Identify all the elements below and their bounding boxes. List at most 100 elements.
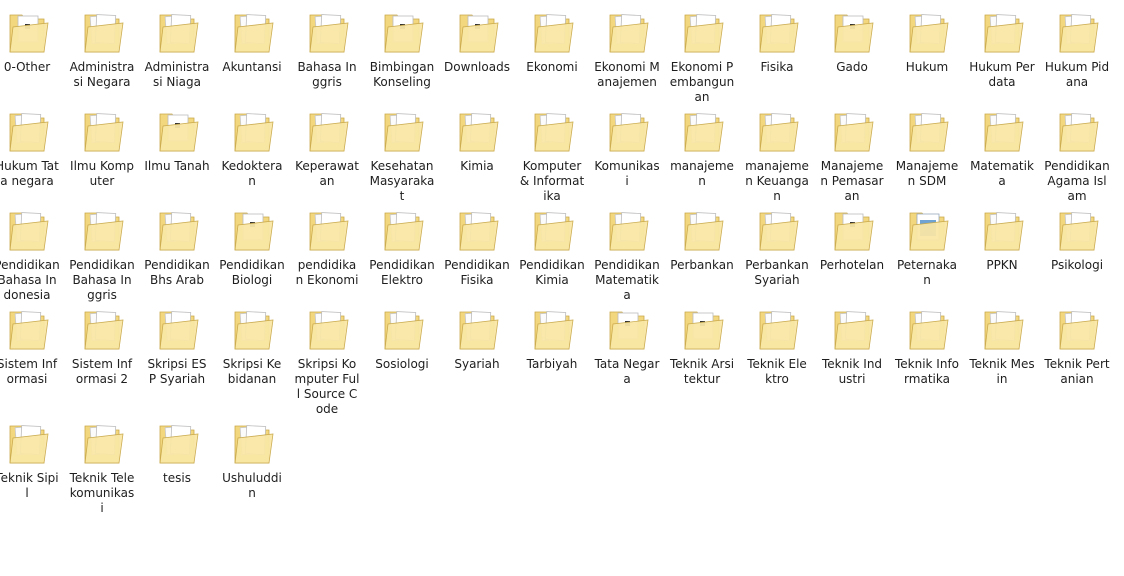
- folder-item[interactable]: Sistem Informasi: [0, 297, 59, 387]
- folder-label: Manajemen SDM: [895, 159, 959, 188]
- folder-item[interactable]: Teknik Arsitektur: [670, 297, 734, 387]
- folder-item[interactable]: Teknik Mesin: [969, 297, 1035, 387]
- folder-icon: [1059, 212, 1099, 251]
- folder-item[interactable]: Gado: [820, 0, 884, 75]
- folder-icon: [159, 14, 199, 53]
- folder-item[interactable]: Psikologi: [1045, 198, 1109, 273]
- folder-icon: [234, 113, 274, 152]
- folder-item[interactable]: Skripsi ESP Syariah: [145, 297, 209, 387]
- folder-icon: [984, 212, 1024, 251]
- folder-item[interactable]: Pendidikan Bahasa Inggris: [69, 198, 135, 303]
- folder-item[interactable]: Ilmu Komputer: [70, 99, 134, 189]
- folder-item[interactable]: Downloads: [444, 0, 510, 75]
- folder-icon: [534, 311, 574, 350]
- folder-icon: [459, 113, 499, 152]
- folder-label: Pendidikan Fisika: [444, 258, 510, 287]
- folder-item[interactable]: Pendidikan Fisika: [444, 198, 510, 288]
- folder-item[interactable]: Fisika: [745, 0, 809, 75]
- folder-icon: [609, 212, 649, 251]
- folder-item[interactable]: Perbankan Syariah: [745, 198, 809, 288]
- folder-item[interactable]: Keperawatan: [295, 99, 359, 189]
- folder-item[interactable]: Peternakan: [895, 198, 959, 288]
- folder-item[interactable]: Perbankan: [670, 198, 734, 273]
- folder-item[interactable]: Hukum Pidana: [1045, 0, 1109, 90]
- folder-item[interactable]: Manajemen SDM: [895, 99, 959, 189]
- folder-icon: [384, 113, 424, 152]
- folder-item[interactable]: Skripsi Komputer Full Source Code: [295, 297, 359, 417]
- folder-item[interactable]: Pendidikan Biologi: [219, 198, 285, 288]
- folder-item[interactable]: Ilmu Tanah: [144, 99, 210, 174]
- folder-item[interactable]: Perhotelan: [820, 198, 884, 273]
- folder-item[interactable]: Pendidikan Kimia: [519, 198, 585, 288]
- folder-item[interactable]: Bahasa Inggris: [295, 0, 359, 90]
- folder-item[interactable]: Pendidikan Bahasa Indonesia: [0, 198, 60, 303]
- folder-item[interactable]: Administrasi Negara: [70, 0, 134, 90]
- folder-item[interactable]: Kesehatan Masyarakat: [370, 99, 434, 204]
- folder-icon: [534, 113, 574, 152]
- folder-item[interactable]: Teknik Pertanian: [1044, 297, 1110, 387]
- folder-item[interactable]: Skripsi Kebidanan: [220, 297, 284, 387]
- folder-label: Skripsi ESP Syariah: [147, 357, 207, 386]
- folder-item[interactable]: Tata Negara: [595, 297, 659, 387]
- folder-item[interactable]: Syariah: [445, 297, 509, 372]
- folder-item[interactable]: Pendidikan Elektro: [369, 198, 435, 288]
- folder-item[interactable]: Kedokteran: [220, 99, 284, 189]
- folder-item[interactable]: Pendidikan Bhs Arab: [144, 198, 210, 288]
- folder-item[interactable]: Komunikasi: [594, 99, 660, 189]
- folder-icon: [84, 212, 124, 251]
- folder-item[interactable]: Administrasi Niaga: [145, 0, 209, 90]
- folder-item[interactable]: Hukum: [895, 0, 959, 75]
- folder-item[interactable]: Teknik Industri: [820, 297, 884, 387]
- folder-label: Hukum: [905, 60, 949, 74]
- folder-label: Teknik Pertanian: [1044, 357, 1110, 386]
- folder-item[interactable]: 0-Other: [0, 0, 59, 75]
- folder-item[interactable]: Tarbiyah: [520, 297, 584, 372]
- folder-label: Ilmu Tanah: [144, 159, 210, 173]
- folder-item[interactable]: Teknik Telekomunikasi: [70, 411, 134, 516]
- folder-label: pendidikan Ekonomi: [295, 258, 359, 287]
- folder-icon: [609, 14, 649, 53]
- folder-item[interactable]: Teknik Elektro: [745, 297, 809, 387]
- folder-item[interactable]: Hukum Tata negara: [0, 99, 59, 189]
- folder-item[interactable]: manajemen Keuangan: [745, 99, 809, 204]
- folder-item[interactable]: Ushuluddin: [220, 411, 284, 501]
- folder-icon: [834, 14, 874, 53]
- folder-item[interactable]: Manajemen Pemasaran: [820, 99, 884, 204]
- folder-icon: [759, 311, 799, 350]
- folder-icon: [159, 425, 199, 464]
- folder-icon: [909, 14, 949, 53]
- folder-item[interactable]: PPKN: [970, 198, 1034, 273]
- folder-item[interactable]: pendidikan Ekonomi: [295, 198, 359, 288]
- folder-item[interactable]: Teknik Informatika: [895, 297, 959, 387]
- folder-icon: [834, 212, 874, 251]
- folder-item[interactable]: Bimbingan Konseling: [370, 0, 434, 90]
- folder-item[interactable]: Pendidikan Matematika: [594, 198, 660, 303]
- folder-item[interactable]: Teknik Sipil: [0, 411, 59, 501]
- folder-item[interactable]: Sistem Informasi 2: [70, 297, 134, 387]
- folder-icon: [834, 113, 874, 152]
- folder-label: Keperawatan: [295, 159, 359, 188]
- folder-label: Teknik Arsitektur: [669, 357, 735, 386]
- folder-item[interactable]: manajemen: [670, 99, 734, 189]
- folder-item[interactable]: Ekonomi Pembangunan: [670, 0, 734, 105]
- folder-item[interactable]: Hukum Perdata: [969, 0, 1035, 90]
- folder-icon: [1059, 14, 1099, 53]
- folder-label: 0-Other: [3, 60, 51, 74]
- folder-item[interactable]: Ekonomi: [520, 0, 584, 75]
- folder-item[interactable]: Kimia: [445, 99, 509, 174]
- folder-label: Fisika: [760, 60, 794, 74]
- folder-item[interactable]: tesis: [145, 411, 209, 486]
- folder-label: Ushuluddin: [222, 471, 282, 500]
- folder-item[interactable]: Akuntansi: [220, 0, 284, 75]
- folder-icon: [309, 14, 349, 53]
- folder-item[interactable]: Komputer & Informatika: [520, 99, 584, 204]
- folder-icon: [534, 212, 574, 251]
- folder-icon: [1059, 311, 1099, 350]
- folder-icon: [609, 113, 649, 152]
- folder-item[interactable]: Pendidikan Agama Islam: [1044, 99, 1110, 204]
- folder-item[interactable]: Ekonomi Manajemen: [594, 0, 660, 90]
- folder-item[interactable]: Matematika: [970, 99, 1034, 189]
- folder-item[interactable]: Sosiologi: [370, 297, 434, 372]
- folder-icon: [309, 311, 349, 350]
- folder-label: Downloads: [444, 60, 510, 74]
